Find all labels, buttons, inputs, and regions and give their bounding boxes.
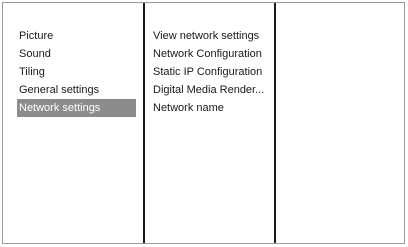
- submenu-item-static-ip-configuration[interactable]: Static IP Configuration: [145, 63, 274, 81]
- submenu-item-digital-media-renderer[interactable]: Digital Media Render...: [145, 81, 274, 99]
- submenu-item-view-network-settings[interactable]: View network settings: [145, 27, 274, 45]
- main-menu-item-picture[interactable]: Picture: [17, 27, 136, 45]
- network-settings-submenu: View network settings Network Configurat…: [143, 3, 274, 243]
- submenu-item-network-configuration[interactable]: Network Configuration: [145, 45, 274, 63]
- options-panel: [274, 3, 406, 243]
- main-menu-item-tiling[interactable]: Tiling: [17, 63, 136, 81]
- main-menu: Picture Sound Tiling General settings Ne…: [3, 3, 143, 243]
- main-menu-item-network-settings[interactable]: Network settings: [17, 99, 136, 117]
- osd-menu-window: Picture Sound Tiling General settings Ne…: [2, 2, 405, 244]
- main-menu-item-general-settings[interactable]: General settings: [17, 81, 136, 99]
- submenu-item-network-name[interactable]: Network name: [145, 99, 274, 117]
- main-menu-item-sound[interactable]: Sound: [17, 45, 136, 63]
